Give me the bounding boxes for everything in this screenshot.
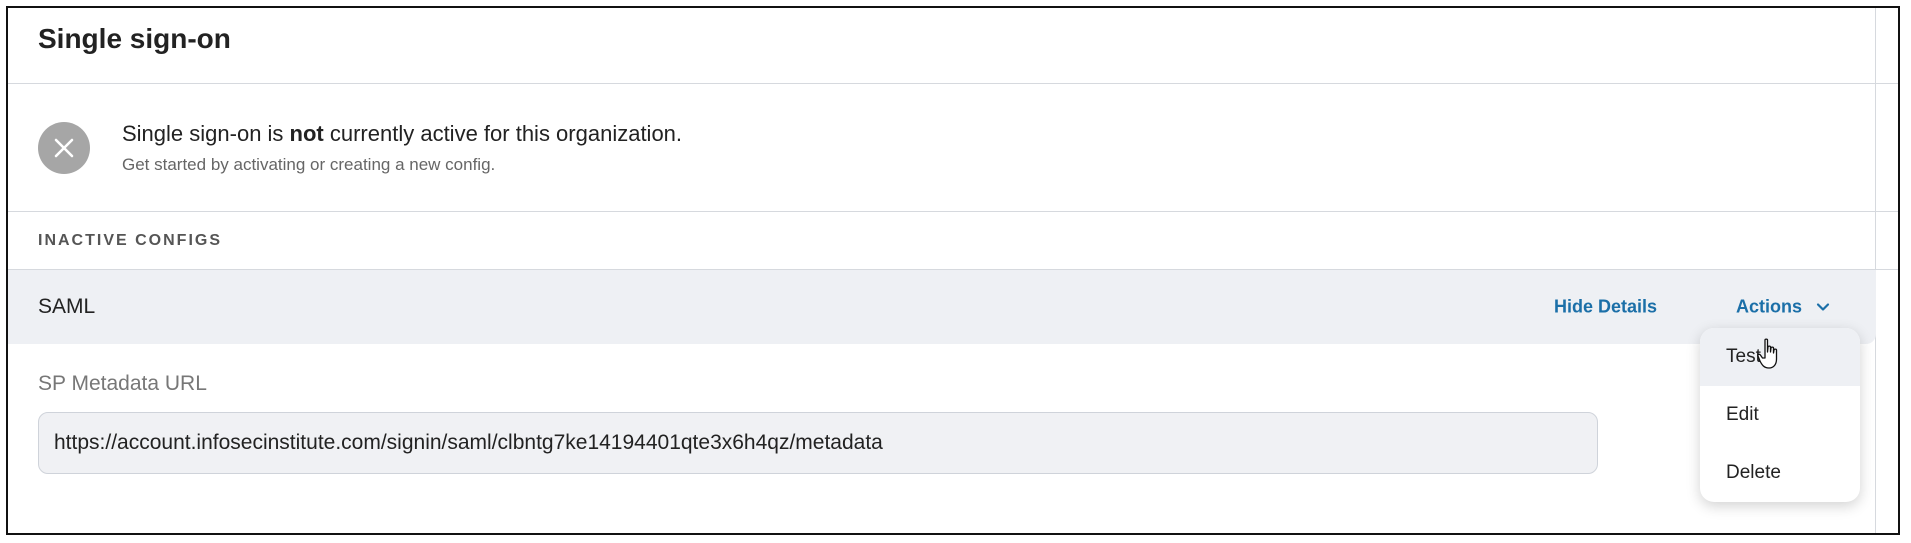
page-title: Single sign-on (38, 22, 231, 54)
hide-details-link[interactable]: Hide Details (1554, 297, 1657, 318)
sp-metadata-label: SP Metadata URL (38, 372, 207, 395)
inactive-configs-heading: INACTIVE CONFIGS (8, 212, 1898, 270)
hand-cursor-icon (1757, 338, 1783, 375)
notice-text: Single sign-on is not currently active f… (122, 121, 682, 175)
chevron-down-icon (1816, 302, 1830, 312)
config-details: SP Metadata URL https://account.infoseci… (8, 344, 1898, 474)
sso-panel: Single sign-on Single sign-on is not cur… (6, 6, 1900, 535)
menu-item-edit[interactable]: Edit (1700, 386, 1860, 444)
sp-metadata-url-field[interactable]: https://account.infosecinstitute.com/sig… (38, 412, 1598, 474)
sso-status-notice: Single sign-on is not currently active f… (8, 84, 1898, 212)
close-icon (38, 121, 90, 174)
actions-label: Actions (1736, 296, 1803, 317)
config-name: SAML (38, 295, 96, 318)
notice-message: Single sign-on is not currently active f… (122, 120, 683, 146)
menu-item-delete[interactable]: Delete (1700, 444, 1860, 502)
config-row-saml: SAML Hide Details Actions (8, 270, 1876, 344)
actions-dropdown-button[interactable]: Actions (1736, 297, 1830, 318)
panel-header: Single sign-on (8, 8, 1898, 84)
notice-subtext: Get started by activating or creating a … (122, 154, 496, 174)
